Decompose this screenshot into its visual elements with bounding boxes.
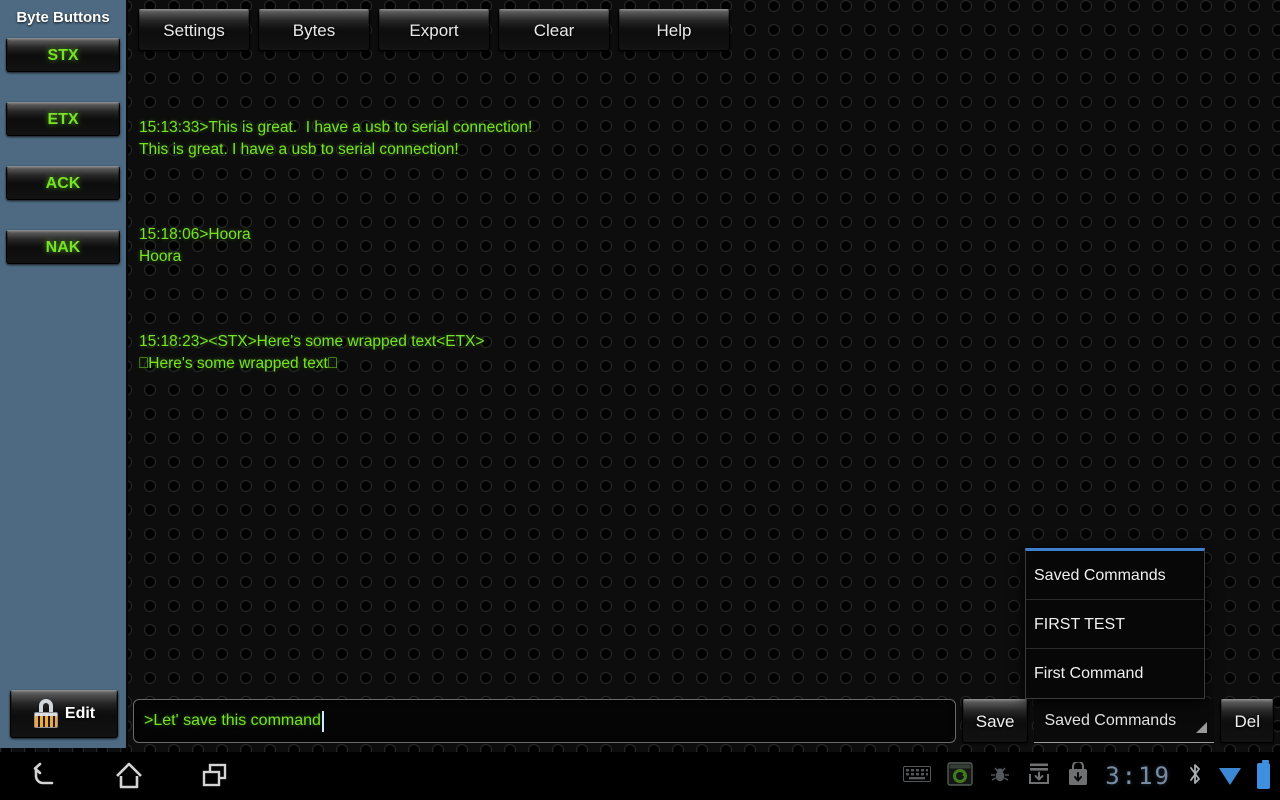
- lock-icon: [33, 699, 59, 729]
- bytes-button[interactable]: Bytes: [258, 9, 370, 51]
- play-store-icon[interactable]: [1067, 760, 1089, 791]
- wifi-icon: [1219, 767, 1241, 785]
- bluetooth-icon: [1187, 761, 1203, 792]
- download-icon[interactable]: [1027, 763, 1051, 790]
- battery-icon: [1257, 760, 1270, 789]
- usb-debug-icon[interactable]: [989, 763, 1011, 790]
- spinner-selected-label: Saved Commands: [1044, 711, 1177, 729]
- status-tray: 3:19: [903, 752, 1270, 800]
- app-window: Byte Buttons STX ETX ACK NAK Edit Settin…: [0, 0, 1280, 752]
- byte-button-list: STX ETX ACK NAK: [0, 34, 126, 264]
- saved-commands-popup: Saved Commands FIRST TEST First Command: [1025, 548, 1205, 699]
- keyboard-icon[interactable]: [903, 765, 932, 788]
- chevron-down-icon: [1196, 722, 1208, 733]
- clear-button[interactable]: Clear: [498, 9, 610, 51]
- edit-byte-buttons-button[interactable]: Edit: [10, 690, 118, 738]
- popup-item-first-test[interactable]: FIRST TEST: [1026, 600, 1204, 649]
- terminal-line-block: 15:18:23><STX>Here's some wrapped text<E…: [139, 333, 485, 372]
- sidebar-title: Byte Buttons: [16, 9, 110, 26]
- byte-buttons-sidebar: Byte Buttons STX ETX ACK NAK Edit: [0, 0, 128, 748]
- delete-command-button[interactable]: Del: [1220, 699, 1274, 743]
- recents-icon[interactable]: [198, 759, 232, 793]
- popup-item-first-command[interactable]: First Command: [1026, 649, 1204, 698]
- save-command-button[interactable]: Save: [961, 699, 1029, 743]
- terminal-line-block: 15:13:33>This is great. I have a usb to …: [139, 119, 533, 158]
- edit-button-label: Edit: [64, 705, 96, 722]
- terminal-line-block: 15:18:06>Hoora Hoora: [139, 226, 251, 265]
- help-button[interactable]: Help: [618, 9, 730, 51]
- byte-button-nak[interactable]: NAK: [6, 230, 120, 264]
- android-system-bar: 3:19: [0, 752, 1280, 800]
- command-input-value: >Let' save this command: [144, 712, 321, 729]
- settings-button[interactable]: Settings: [138, 9, 250, 51]
- command-input-row: >Let' save this command Save Saved Comma…: [133, 696, 1274, 746]
- popup-item-saved-commands[interactable]: Saved Commands: [1026, 551, 1204, 600]
- byte-button-ack[interactable]: ACK: [6, 166, 120, 200]
- home-icon[interactable]: [112, 759, 146, 793]
- screenshot-app-icon[interactable]: [947, 761, 973, 791]
- main-toolbar: Settings Bytes Export Clear Help: [138, 9, 730, 51]
- navigation-keys: [26, 759, 232, 793]
- byte-button-etx[interactable]: ETX: [6, 102, 120, 136]
- export-button[interactable]: Export: [378, 9, 490, 51]
- back-icon[interactable]: [26, 759, 60, 793]
- command-input[interactable]: >Let' save this command: [133, 699, 956, 743]
- text-caret: [321, 710, 324, 732]
- byte-button-stx[interactable]: STX: [6, 38, 120, 72]
- saved-commands-spinner[interactable]: Saved Commands: [1034, 699, 1215, 743]
- status-clock: 3:19: [1105, 762, 1171, 790]
